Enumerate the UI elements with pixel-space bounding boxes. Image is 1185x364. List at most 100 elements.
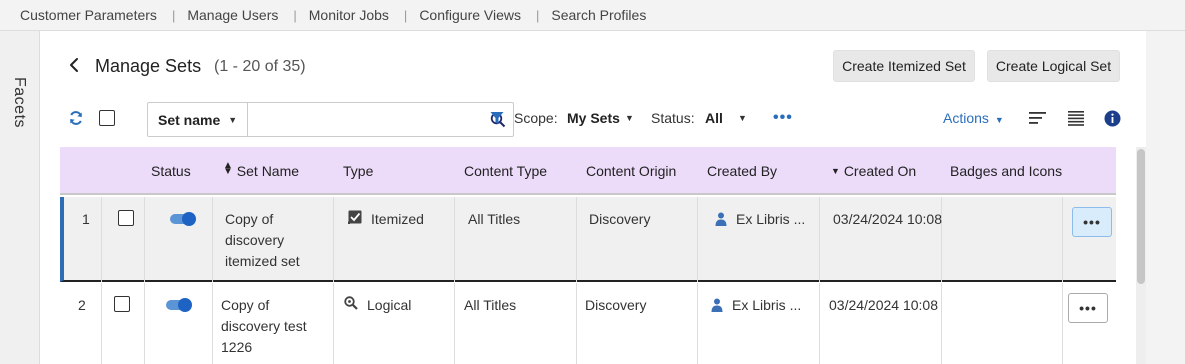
search-bar: Set name ▼ <box>147 102 514 137</box>
column-divider <box>144 283 145 364</box>
column-divider <box>697 197 698 282</box>
caret-down-icon: ▼ <box>994 115 1004 125</box>
row-checkbox[interactable] <box>114 296 130 312</box>
sets-table: Status ▲ ▼ Set Name Type Content Type Con… <box>60 147 1146 364</box>
content-type: All Titles <box>468 211 521 227</box>
created-on: 03/24/2024 10:08 <box>829 297 938 313</box>
caret-down-icon[interactable]: ▼ <box>625 113 634 123</box>
column-divider <box>1062 283 1063 364</box>
header-set-name[interactable]: ▲ ▼ Set Name <box>223 160 300 180</box>
column-divider <box>454 197 455 282</box>
search-field-dropdown[interactable]: Set name ▼ <box>148 103 248 136</box>
column-divider <box>819 283 820 364</box>
back-arrow-icon[interactable] <box>66 53 82 77</box>
facets-label[interactable]: Facets <box>10 77 28 128</box>
created-by: Ex Libris ... <box>732 297 802 313</box>
content-origin: Discovery <box>589 211 651 227</box>
nav-separator: | <box>536 7 540 23</box>
top-navigation: Customer Parameters | Manage Users | Mon… <box>0 0 1185 31</box>
filter-icon <box>490 112 504 124</box>
content-type: All Titles <box>464 297 517 313</box>
select-all-checkbox[interactable] <box>99 110 115 126</box>
column-divider <box>212 197 213 282</box>
table-header: Status ▲ ▼ Set Name Type Content Type Con… <box>60 147 1116 195</box>
status-toggle[interactable] <box>166 298 192 312</box>
sort-icon: ▲ ▼ <box>223 160 233 177</box>
user-icon <box>711 298 723 312</box>
scrollbar-thumb[interactable] <box>1137 149 1145 284</box>
column-divider <box>101 283 102 364</box>
status-dropdown[interactable]: All <box>705 110 723 126</box>
column-divider <box>144 197 145 282</box>
row-actions-button[interactable]: ••• <box>1072 207 1112 237</box>
create-logical-set-button[interactable]: Create Logical Set <box>987 50 1120 82</box>
column-divider <box>576 283 577 364</box>
row-actions-button[interactable]: ••• <box>1068 293 1108 323</box>
column-divider <box>576 197 577 282</box>
table-row[interactable]: 2 Copy of discovery test 1226 Logical Al… <box>60 283 1116 364</box>
column-divider <box>697 283 698 364</box>
scope-label: Scope: <box>514 110 558 126</box>
user-icon <box>715 212 727 226</box>
header-set-name-label: Set Name <box>236 163 300 179</box>
status-label: Status: <box>651 110 695 126</box>
scope-dropdown[interactable]: My Sets <box>567 110 620 126</box>
created-by: Ex Libris ... <box>736 211 806 227</box>
main-content: Manage Sets (1 - 20 of 35) Create Itemiz… <box>40 31 1146 364</box>
table-row[interactable]: 1 Copy of discovery itemized set Itemize… <box>60 197 1116 282</box>
set-name-link[interactable]: Copy of discovery test 1226 <box>221 295 331 358</box>
toggle-knob <box>182 212 196 226</box>
caret-down-icon[interactable]: ▼ <box>738 113 747 123</box>
row-number: 1 <box>82 211 90 227</box>
row-number: 2 <box>78 297 86 313</box>
sort-desc-icon: ▼ <box>831 166 840 176</box>
row-checkbox[interactable] <box>118 210 134 226</box>
header-content-type[interactable]: Content Type <box>464 163 547 179</box>
header-badges-icons: Badges and Icons <box>950 163 1063 179</box>
facets-panel[interactable]: Facets <box>0 31 40 364</box>
content-origin: Discovery <box>585 297 647 313</box>
header-created-by[interactable]: Created By <box>707 163 777 179</box>
dense-view-icon[interactable] <box>1068 111 1084 126</box>
list-view-icon[interactable] <box>1029 111 1047 125</box>
page-title: Manage Sets <box>95 56 202 76</box>
column-divider <box>454 283 455 364</box>
toggle-knob <box>178 298 192 312</box>
set-type: Itemized <box>371 211 424 227</box>
refresh-icon[interactable] <box>68 110 84 126</box>
created-on: 03/24/2024 10:08 <box>833 211 942 227</box>
header-created-on-label: Created On <box>843 163 917 179</box>
nav-separator: | <box>293 7 297 23</box>
status-toggle[interactable] <box>170 212 196 226</box>
info-icon[interactable] <box>1104 110 1121 127</box>
search-input[interactable] <box>248 103 483 136</box>
column-divider <box>1062 197 1063 282</box>
column-divider <box>819 197 820 282</box>
nav-separator: | <box>403 7 408 23</box>
logical-set-icon <box>344 296 358 310</box>
header-status[interactable]: Status <box>151 163 191 179</box>
set-type: Logical <box>367 297 412 313</box>
actions-menu[interactable]: Actions ▼ <box>943 110 1004 126</box>
nav-customer-parameters[interactable]: Customer Parameters <box>20 7 157 23</box>
right-gutter <box>1146 31 1185 364</box>
caret-down-icon: ▼ <box>228 114 238 125</box>
header-content-origin[interactable]: Content Origin <box>586 163 676 179</box>
header-created-on[interactable]: ▼ Created On <box>831 163 916 179</box>
itemized-set-icon <box>348 210 362 224</box>
more-filters-button[interactable]: ••• <box>773 109 793 127</box>
results-count: (1 - 20 of 35) <box>214 58 306 75</box>
column-divider <box>333 283 334 364</box>
search-field-label: Set name <box>158 111 221 128</box>
nav-search-profiles[interactable]: Search Profiles <box>551 7 646 23</box>
create-itemized-set-button[interactable]: Create Itemized Set <box>833 50 975 82</box>
nav-monitor-jobs[interactable]: Monitor Jobs <box>309 7 389 23</box>
nav-manage-users[interactable]: Manage Users <box>187 7 278 23</box>
set-name-link[interactable]: Copy of discovery itemized set <box>225 209 335 272</box>
header-type[interactable]: Type <box>343 163 373 179</box>
column-divider <box>212 283 213 364</box>
actions-label: Actions <box>943 110 989 126</box>
nav-configure-views[interactable]: Configure Views <box>419 7 521 23</box>
column-divider <box>101 197 102 282</box>
column-divider <box>941 283 942 364</box>
